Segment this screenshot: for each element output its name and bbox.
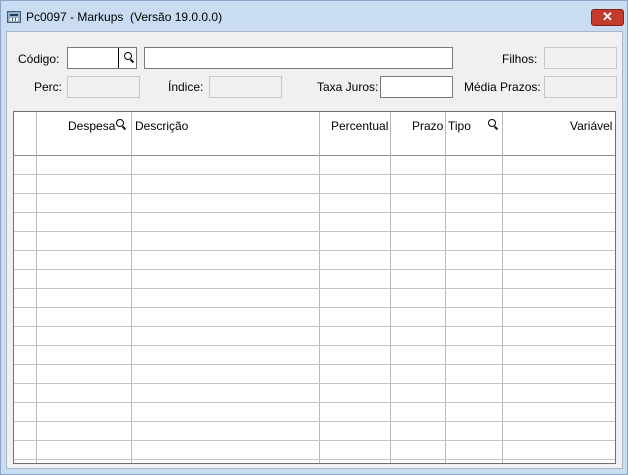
calculator-icon — [7, 11, 21, 23]
indice-input — [210, 77, 281, 97]
column-header-percentual[interactable]: Percentual — [331, 119, 388, 133]
table-row — [14, 459, 615, 460]
codigo-label: Código: — [18, 52, 60, 66]
codigo-lookup-button[interactable] — [118, 48, 136, 68]
column-header-despesa[interactable]: Despesa — [68, 119, 115, 133]
column-header-tipo[interactable]: Tipo — [448, 119, 471, 133]
perc-label: Perc: — [34, 80, 63, 94]
codigo-field[interactable] — [67, 47, 137, 69]
media-prazos-input — [545, 77, 616, 97]
table-row — [14, 231, 615, 232]
window-title: Pc0097 - Markups (Versão 19.0.0.0) — [26, 10, 223, 24]
column-header-prazo[interactable]: Prazo — [412, 119, 443, 133]
filhos-input — [545, 48, 616, 68]
title-bar[interactable]: Pc0097 - Markups (Versão 19.0.0.0) ✕ — [1, 1, 627, 32]
perc-field — [67, 76, 140, 98]
search-icon — [124, 52, 132, 60]
grid-header: Despesa Descrição Percentual Prazo Tipo … — [14, 112, 615, 156]
descricao-input[interactable] — [145, 48, 452, 68]
table-row — [14, 269, 615, 270]
table-row — [14, 345, 615, 346]
table-row — [14, 421, 615, 422]
table-row — [14, 383, 615, 384]
table-row — [14, 402, 615, 403]
table-row — [14, 307, 615, 308]
table-row — [14, 174, 615, 175]
taxa-juros-input[interactable] — [381, 77, 452, 97]
column-header-descricao[interactable]: Descrição — [135, 119, 188, 133]
indice-label: Índice: — [168, 80, 204, 94]
table-row — [14, 440, 615, 441]
search-icon[interactable] — [116, 119, 124, 127]
taxa-juros-field[interactable] — [380, 76, 453, 98]
table-row — [14, 250, 615, 251]
filhos-label: Filhos: — [502, 52, 538, 66]
indice-field — [209, 76, 282, 98]
taxa-juros-label: Taxa Juros: — [317, 80, 379, 94]
search-icon[interactable] — [488, 119, 496, 127]
table-row — [14, 364, 615, 365]
perc-input — [68, 77, 139, 97]
table-row — [14, 288, 615, 289]
media-prazos-label: Média Prazos: — [464, 80, 541, 94]
table-row — [14, 193, 615, 194]
table-row — [14, 326, 615, 327]
markups-grid[interactable]: Despesa Descrição Percentual Prazo Tipo … — [13, 111, 616, 464]
column-header-variavel[interactable]: Variável — [570, 119, 612, 133]
table-row — [14, 212, 615, 213]
media-prazos-field — [544, 76, 617, 98]
descricao-field[interactable] — [144, 47, 453, 69]
close-button[interactable]: ✕ — [591, 9, 624, 26]
filhos-field — [544, 47, 617, 69]
